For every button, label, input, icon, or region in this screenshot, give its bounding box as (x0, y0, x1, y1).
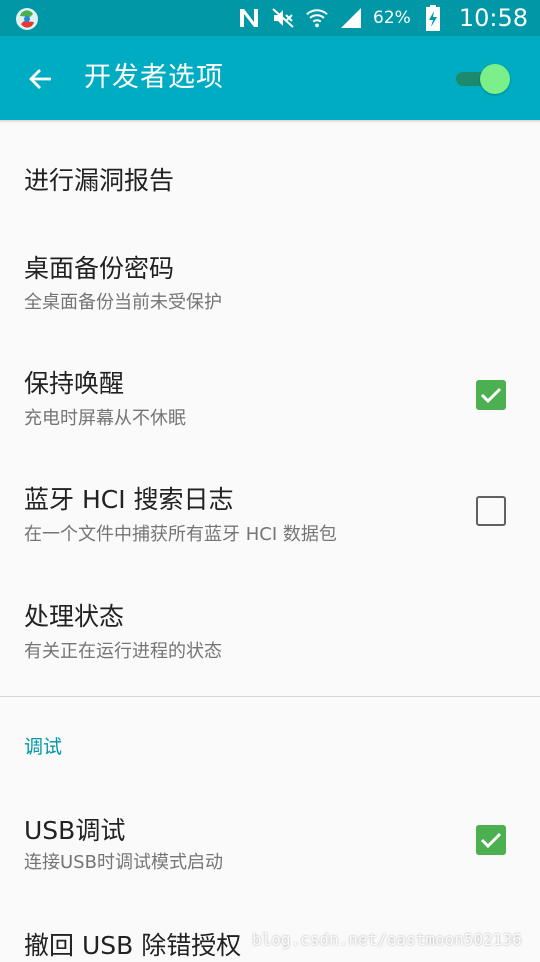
pref-desktop-backup-password[interactable]: 桌面备份密码 全桌面备份当前未受保护 (0, 215, 540, 333)
pref-title: 保持唤醒 (24, 369, 125, 398)
battery-percent: 62% (373, 8, 411, 28)
pref-summary: 充电时屏幕从不休眠 (24, 408, 186, 429)
pref-title: USB调试 (24, 816, 126, 845)
pref-title: 处理状态 (24, 602, 125, 631)
back-button[interactable] (18, 56, 64, 102)
section-divider (0, 696, 540, 697)
bluetooth-hci-log-checkbox[interactable] (476, 496, 506, 526)
battery-charging-icon (421, 5, 445, 31)
pref-summary: 在一个文件中捕获所有蓝牙 HCI 数据包 (24, 524, 337, 545)
pref-revoke-usb-authorization[interactable]: 撤回 USB 除错授权 (0, 898, 540, 960)
page-title: 开发者选项 (84, 62, 224, 93)
pref-title: 进行漏洞报告 (24, 166, 175, 195)
watermark: blog.csdn.net/eastmoon502136 (252, 930, 522, 949)
clock-time: 10:58 (458, 4, 528, 32)
app-notification-icon (14, 6, 40, 32)
pref-stay-awake[interactable]: 保持唤醒 充电时屏幕从不休眠 (0, 333, 540, 449)
pref-bluetooth-hci-log[interactable]: 蓝牙 HCI 搜索日志 在一个文件中捕获所有蓝牙 HCI 数据包 (0, 449, 540, 567)
pref-summary: 全桌面备份当前未受保护 (24, 292, 222, 313)
pref-title: 桌面备份密码 (24, 254, 175, 283)
pref-title: 撤回 USB 除错授权 (24, 931, 242, 960)
pref-process-stats[interactable]: 处理状态 有关正在运行进程的状态 (0, 567, 540, 695)
wifi-icon (305, 6, 329, 30)
section-header-debugging: 调试 (24, 736, 63, 758)
pref-summary: 有关正在运行进程的状态 (24, 641, 222, 662)
pref-summary: 连接USB时调试模式启动 (24, 852, 223, 873)
usb-debugging-checkbox[interactable] (476, 825, 506, 855)
stay-awake-checkbox[interactable] (476, 380, 506, 410)
developer-options-switch[interactable] (452, 62, 514, 96)
arrow-back-icon (29, 69, 51, 89)
check-icon (480, 387, 502, 404)
status-bar: 62% 10:58 (0, 0, 540, 36)
mute-icon (271, 6, 295, 30)
pref-title: 蓝牙 HCI 搜索日志 (24, 485, 234, 514)
nfc-icon (237, 6, 261, 30)
pref-bug-report[interactable]: 进行漏洞报告 (0, 123, 540, 215)
switch-thumb (480, 64, 510, 94)
check-icon (480, 832, 502, 849)
app-bar: 开发者选项 (0, 36, 540, 120)
pref-usb-debugging[interactable]: USB调试 连接USB时调试模式启动 (0, 780, 540, 898)
cell-signal-icon (339, 6, 363, 30)
